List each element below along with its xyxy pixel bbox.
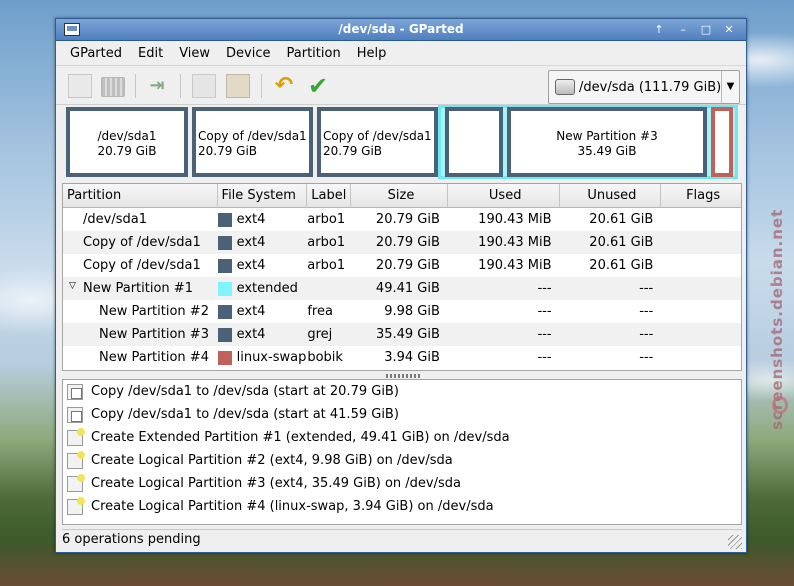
status-text: 6 operations pending [62,532,201,547]
fs-color-swatch [217,235,232,250]
fs-color-swatch [217,350,232,365]
resize-grip-icon[interactable] [728,535,742,549]
fs-color-swatch [217,304,232,319]
table-header: Partition File System Label Size Used Un… [63,184,741,208]
fs-color-swatch [217,281,232,296]
toolbar: ⇥ ↶ ✔ /dev/sda (111.79 GiB) ▼ [56,65,746,105]
header-used[interactable]: Used [448,184,560,208]
device-selector[interactable]: /dev/sda (111.79 GiB) ▼ [548,70,740,104]
table-row[interactable]: /dev/sda1 ext4 arbo1 20.79 GiB 190.43 Mi… [63,208,741,231]
table-row[interactable]: New Partition #3 ext4 grej 35.49 GiB ---… [63,323,741,346]
partition-block-text: /dev/sda1 20.79 GiB [97,129,157,158]
list-item[interactable]: Copy /dev/sda1 to /dev/sda (start at 20.… [63,380,741,403]
partition-block[interactable]: New Partition #3 35.49 GiB [507,107,707,177]
close-button[interactable]: ✕ [720,21,738,38]
toolbar-separator [180,74,181,98]
watermark-text: screenshots.debian.net [768,208,786,430]
new-partition-operation-icon [67,427,85,446]
dropdown-arrow-icon: ▼ [721,71,739,103]
partition-block[interactable]: Copy of /dev/sda1 20.79 GiB [192,107,313,177]
device-selector-label: /dev/sda (111.79 GiB) [579,80,722,95]
pane-splitter-handle[interactable] [386,374,422,378]
partition-map: /dev/sda1 20.79 GiB Copy of /dev/sda1 20… [64,105,740,179]
partition-block[interactable] [445,107,503,177]
menu-edit[interactable]: Edit [130,46,171,61]
partition-block-text: Copy of /dev/sda1 20.79 GiB [323,129,432,158]
fs-color-swatch [217,212,232,227]
delete-partition-icon[interactable] [101,77,125,97]
minimize-button[interactable]: – [674,21,692,38]
list-item[interactable]: Copy /dev/sda1 to /dev/sda (start at 41.… [63,403,741,426]
menubar: GParted Edit View Device Partition Help [56,41,746,65]
operations-list: Copy /dev/sda1 to /dev/sda (start at 20.… [62,379,742,525]
header-size[interactable]: Size [351,184,448,208]
shade-button[interactable]: ↑ [650,21,668,38]
partition-block[interactable]: /dev/sda1 20.79 GiB [66,107,188,177]
list-item[interactable]: Create Logical Partition #3 (ext4, 35.49… [63,472,741,495]
header-label[interactable]: Label [307,184,352,208]
table-row[interactable]: ▽ New Partition #1 extended 49.41 GiB ---… [63,277,741,300]
partition-table: Partition File System Label Size Used Un… [62,183,742,371]
menu-gparted[interactable]: GParted [62,46,130,61]
new-partition-icon[interactable] [68,74,92,98]
list-item[interactable]: Create Extended Partition #1 (extended, … [63,426,741,449]
copy-icon[interactable] [192,74,216,98]
list-item[interactable]: Create Logical Partition #2 (ext4, 9.98 … [63,449,741,472]
fs-color-swatch [217,258,232,273]
statusbar: 6 operations pending [62,529,742,549]
header-flags[interactable]: Flags [661,184,741,208]
table-row[interactable]: New Partition #4 linux-swap bobik 3.94 G… [63,346,741,369]
fs-color-swatch [217,327,232,342]
table-row[interactable]: New Partition #2 ext4 frea 9.98 GiB --- … [63,300,741,323]
toolbar-separator [261,74,262,98]
menu-partition[interactable]: Partition [279,46,349,61]
undo-icon[interactable]: ↶ [272,74,296,98]
partition-block[interactable]: Copy of /dev/sda1 20.79 GiB [317,107,438,177]
watermark-logo [772,396,788,414]
menu-help[interactable]: Help [349,46,395,61]
list-item[interactable]: Create Logical Partition #4 (linux-swap,… [63,495,741,518]
toolbar-separator [135,74,136,98]
table-row[interactable]: Copy of /dev/sda1 ext4 arbo1 20.79 GiB 1… [63,254,741,277]
window-title: /dev/sda - GParted [338,22,464,36]
new-partition-operation-icon [67,496,85,515]
copy-operation-icon [67,406,83,423]
expander-arrow-icon[interactable]: ▽ [69,281,76,291]
resize-move-icon[interactable]: ⇥ [145,74,169,98]
new-partition-operation-icon [67,450,85,469]
partition-block-text: Copy of /dev/sda1 20.79 GiB [198,129,307,158]
maximize-button[interactable]: □ [697,21,715,38]
partition-block-text: New Partition #3 35.49 GiB [556,129,658,158]
titlebar: /dev/sda - GParted ↑ – □ ✕ [56,19,746,41]
menu-device[interactable]: Device [218,46,278,61]
table-row[interactable]: Copy of /dev/sda1 ext4 arbo1 20.79 GiB 1… [63,231,741,254]
paste-icon[interactable] [226,74,250,98]
gparted-window: /dev/sda - GParted ↑ – □ ✕ GParted Edit … [55,18,747,553]
disk-icon [555,79,575,95]
copy-operation-icon [67,383,83,400]
new-partition-operation-icon [67,473,85,492]
swap-partition-block[interactable] [711,107,733,177]
header-filesystem[interactable]: File System [218,184,308,208]
header-unused[interactable]: Unused [560,184,662,208]
header-partition[interactable]: Partition [63,184,218,208]
menu-view[interactable]: View [171,46,218,61]
apply-icon[interactable]: ✔ [306,74,330,98]
